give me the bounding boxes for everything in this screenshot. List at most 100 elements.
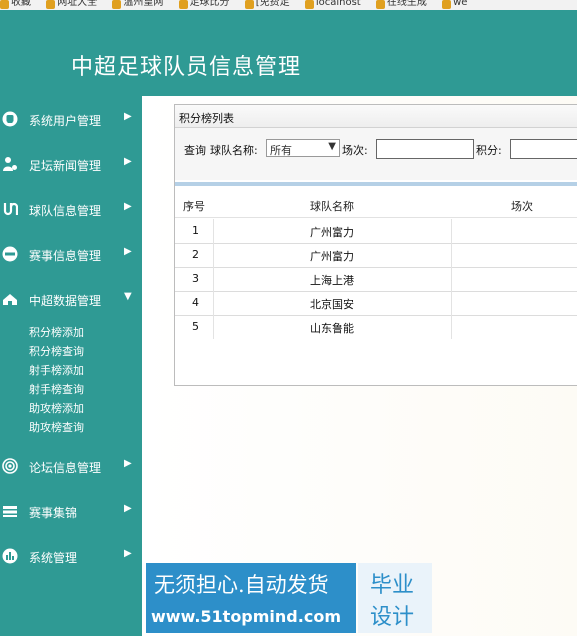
chevron-right-icon: ▶ [124,156,132,167]
cell-no: 2 [192,248,199,261]
cloud-icon [2,291,18,307]
bookmark-item[interactable]: we [442,0,467,9]
bookmark-icon [244,0,254,9]
chevron-right-icon: ▶ [124,458,132,469]
submenu-item-scorers-add[interactable]: 射手榜添加 [29,361,84,380]
query-label: 查询 [184,144,206,157]
bookmark-item[interactable]: 收藏 [0,0,31,9]
bookmark-label: we [453,0,468,8]
globe-icon [46,0,56,9]
separator [175,182,577,186]
bookmark-item[interactable]: 在线生成 [375,0,427,9]
sidebar-item-forum[interactable]: 论坛信息管理 ▶ [0,453,142,481]
star-icon [0,0,9,9]
submenu-item-assists-add[interactable]: 助攻榜添加 [29,399,84,418]
people-icon [2,156,18,172]
cell-team: 山东鲁能 [310,322,354,335]
table-row[interactable]: 2 广州富力 [175,243,577,268]
sidebar-item-label: 系统管理 [29,551,78,565]
panel-title-bar: 积分榜列表 [175,105,577,128]
sidebar-item-system[interactable]: 系统管理 ▶ [0,543,142,571]
bookmark-label: 收藏 [11,0,31,8]
points-label: 积分: [476,144,502,157]
bookmark-item[interactable]: 温州皇网 [112,0,163,9]
bookmark-label: 足球比分 [189,0,230,8]
sidebar-item-label: 赛事集锦 [29,506,78,520]
sidebar-item-label: 中超数据管理 [29,294,102,308]
main-content: 积分榜列表 查询 球队名称: 所有 ▼ 场次: 积分: 序号 球队名称 场次 1… [142,96,577,636]
sidebar: 系统用户管理 ▶ 足坛新闻管理 ▶ 球队信息管理 ▶ 赛事信息管理 ▶ 中超数据… [0,96,142,636]
watermark-right: 毕业 设计 [358,563,432,633]
cell-no: 4 [192,296,199,309]
submenu-csl-data: 积分榜添加 积分榜查询 射手榜添加 射手榜查询 助攻榜添加 助攻榜查询 [29,323,84,437]
bookmark-label: localhost [315,0,361,8]
team-name-select[interactable]: 所有 ▼ [266,139,340,157]
watermark-text: 毕业 [370,573,415,598]
user-icon [2,111,18,127]
table-row[interactable]: 1 广州富力 [175,219,577,244]
table-row[interactable]: 4 北京国安 [175,291,577,316]
table-row[interactable]: 5 山东鲁能 [175,315,577,339]
dropdown-arrow-icon: ▼ [328,141,336,152]
sidebar-item-highlights[interactable]: 赛事集锦 ▶ [0,498,142,526]
team-name-select-value: 所有 [270,144,292,157]
sidebar-item-label: 足坛新闻管理 [29,159,102,173]
bookmark-label: [免费足 [255,0,290,8]
cell-no: 1 [192,224,199,237]
diamond-icon [375,0,385,9]
app-icon [2,246,18,262]
cell-no: 5 [192,320,199,333]
bookmark-item[interactable]: 网址大全 [46,0,97,9]
column-header-matches: 场次 [511,200,533,213]
standings-panel: 积分榜列表 查询 球队名称: 所有 ▼ 场次: 积分: 序号 球队名称 场次 1… [174,104,577,386]
panel-title: 积分榜列表 [179,112,234,125]
sidebar-item-matches[interactable]: 赛事信息管理 ▶ [0,241,142,269]
chevron-right-icon: ▶ [124,201,132,212]
globe-icon [442,0,452,9]
link-icon [2,201,18,217]
watermark-slogan: 无须担心.自动发货 [154,573,329,597]
sidebar-item-news[interactable]: 足坛新闻管理 ▶ [0,151,142,179]
stack-icon [2,503,18,519]
bookmark-label: 温州皇网 [123,0,164,8]
ball-icon [178,0,188,9]
bookmark-item[interactable]: [免费足 [244,0,290,9]
chart-icon [2,548,18,564]
column-header-no: 序号 [183,200,205,213]
chevron-right-icon: ▶ [124,111,132,122]
sidebar-item-label: 系统用户管理 [29,114,102,128]
sidebar-item-label: 球队信息管理 [29,204,102,218]
submenu-item-standings-add[interactable]: 积分榜添加 [29,323,84,342]
matches-label: 场次: [342,144,368,157]
column-header-team: 球队名称 [310,200,354,213]
cell-team: 广州富力 [310,250,354,263]
chevron-right-icon: ▶ [124,246,132,257]
app-title: 中超足球队员信息管理 [71,55,302,80]
watermark-url: www.51topmind.com [151,607,341,626]
bookmark-label: 网址大全 [57,0,98,8]
sidebar-item-csl-data[interactable]: 中超数据管理 ▼ [0,286,142,314]
bookmark-item[interactable]: localhost [304,0,361,9]
watermark-banner: 无须担心.自动发货 www.51topmind.com 毕业 设计 [146,563,432,633]
submenu-item-standings-query[interactable]: 积分榜查询 [29,342,84,361]
points-input[interactable] [510,139,577,159]
page-icon [112,0,122,9]
matches-input[interactable] [376,139,474,159]
table-row[interactable]: 3 上海上港 [175,267,577,292]
submenu-item-assists-query[interactable]: 助攻榜查询 [29,418,84,437]
cell-team: 上海上港 [310,274,354,287]
table-body: 1 广州富力 2 广州富力 3 上海上港 4 北京国安 5 山东鲁能 [175,219,577,339]
submenu-item-scorers-query[interactable]: 射手榜查询 [29,380,84,399]
table-header: 序号 球队名称 场次 [175,191,577,218]
chevron-down-icon: ▼ [124,291,132,302]
sidebar-item-teams[interactable]: 球队信息管理 ▶ [0,196,142,224]
watermark-text: 设计 [370,605,415,630]
bookmark-item[interactable]: 足球比分 [178,0,230,9]
target-icon [2,458,18,474]
cell-no: 3 [192,272,199,285]
app-header: 中超足球队员信息管理 [0,10,577,96]
sidebar-item-system-users[interactable]: 系统用户管理 ▶ [0,106,142,134]
chevron-right-icon: ▶ [124,503,132,514]
cell-team: 广州富力 [310,226,354,239]
sidebar-item-label: 赛事信息管理 [29,249,102,263]
